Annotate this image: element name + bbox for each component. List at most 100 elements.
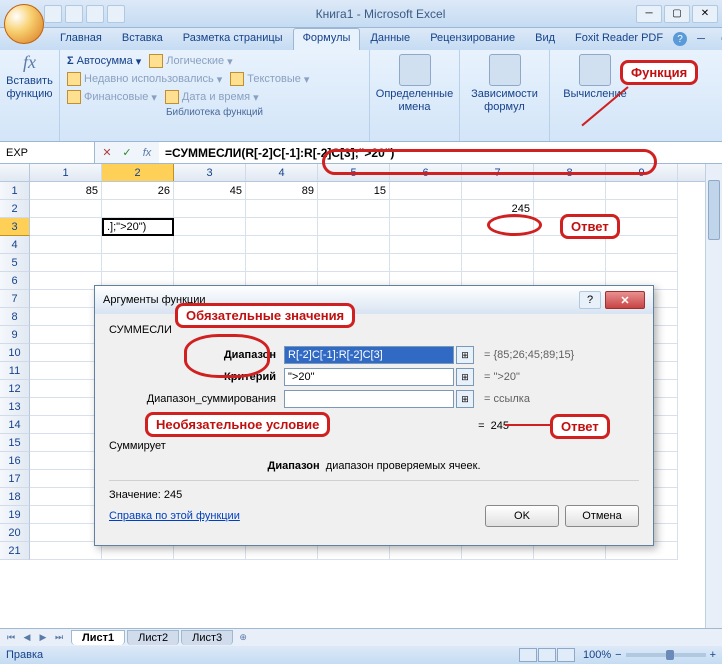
cell[interactable]: [30, 290, 102, 308]
fx-icon[interactable]: fx: [23, 52, 36, 73]
tab-home[interactable]: Главная: [50, 28, 112, 50]
office-button[interactable]: [4, 4, 44, 44]
qat-more-icon[interactable]: [107, 5, 125, 23]
col-header[interactable]: 6: [390, 164, 462, 181]
maximize-button[interactable]: ▢: [664, 5, 690, 23]
cell[interactable]: 26: [102, 182, 174, 200]
row-header[interactable]: 13: [0, 398, 30, 416]
row-header[interactable]: 2: [0, 200, 30, 218]
cell[interactable]: [30, 200, 102, 218]
col-header[interactable]: 1: [30, 164, 102, 181]
group-defined-names[interactable]: Определенные имена: [370, 50, 460, 141]
qat-redo-icon[interactable]: [86, 5, 104, 23]
zoom-in-icon[interactable]: +: [710, 649, 716, 661]
cell[interactable]: [30, 416, 102, 434]
argument-input[interactable]: [284, 346, 454, 364]
cell[interactable]: [462, 182, 534, 200]
zoom-out-icon[interactable]: −: [615, 649, 621, 661]
help-icon[interactable]: ?: [673, 32, 687, 46]
row-header[interactable]: 10: [0, 344, 30, 362]
tab-review[interactable]: Рецензирование: [420, 28, 525, 50]
row-header[interactable]: 7: [0, 290, 30, 308]
cell[interactable]: .];">20"): [102, 218, 174, 236]
group-formula-auditing[interactable]: Зависимости формул: [460, 50, 550, 141]
ok-button[interactable]: OK: [485, 505, 559, 527]
cell[interactable]: [318, 200, 390, 218]
cell[interactable]: 15: [318, 182, 390, 200]
dialog-help-button[interactable]: ?: [579, 291, 601, 309]
sheet-tab-3[interactable]: Лист3: [181, 630, 233, 645]
minimize-button[interactable]: ─: [636, 5, 662, 23]
row-header[interactable]: 3: [0, 218, 30, 236]
formula-input[interactable]: =СУММЕСЛИ(R[-2]C[-1]:R[-2]C[3];">20"): [159, 142, 722, 163]
cell[interactable]: [30, 398, 102, 416]
zoom-slider[interactable]: [626, 653, 706, 657]
zoom-level[interactable]: 100%: [583, 649, 611, 661]
cell[interactable]: [390, 200, 462, 218]
range-picker-icon[interactable]: ⊞: [456, 346, 474, 364]
new-sheet-icon[interactable]: ⊕: [236, 631, 250, 645]
cell[interactable]: [246, 236, 318, 254]
row-header[interactable]: 5: [0, 254, 30, 272]
cell[interactable]: [606, 182, 678, 200]
fx-formula-icon[interactable]: fx: [139, 145, 155, 161]
cell[interactable]: [246, 218, 318, 236]
tab-data[interactable]: Данные: [360, 28, 420, 50]
cell[interactable]: [30, 542, 102, 560]
range-picker-icon[interactable]: ⊞: [456, 390, 474, 408]
view-pagelayout-icon[interactable]: [538, 648, 556, 662]
dialog-help-link[interactable]: Справка по этой функции: [109, 510, 240, 522]
cell[interactable]: [174, 254, 246, 272]
dialog-close-button[interactable]: ✕: [605, 291, 645, 309]
row-header[interactable]: 16: [0, 452, 30, 470]
cell[interactable]: 245: [462, 200, 534, 218]
view-pagebreak-icon[interactable]: [557, 648, 575, 662]
cell[interactable]: [174, 236, 246, 254]
col-header[interactable]: 7: [462, 164, 534, 181]
row-header[interactable]: 1: [0, 182, 30, 200]
mdi-minimize-button[interactable]: ─: [693, 32, 709, 46]
sheet-nav-prev-icon[interactable]: ◀: [20, 631, 34, 645]
cell[interactable]: [462, 254, 534, 272]
cell[interactable]: [390, 218, 462, 236]
cell[interactable]: [606, 236, 678, 254]
cell[interactable]: [30, 236, 102, 254]
cell[interactable]: 89: [246, 182, 318, 200]
cell[interactable]: 45: [174, 182, 246, 200]
cell[interactable]: [390, 236, 462, 254]
cell[interactable]: [390, 182, 462, 200]
cell[interactable]: [102, 236, 174, 254]
cell[interactable]: [174, 218, 246, 236]
row-header[interactable]: 8: [0, 308, 30, 326]
col-header[interactable]: 2: [102, 164, 174, 181]
cell[interactable]: 85: [30, 182, 102, 200]
financial-button[interactable]: Финансовые ▾: [64, 89, 160, 105]
row-header[interactable]: 21: [0, 542, 30, 560]
qat-undo-icon[interactable]: [65, 5, 83, 23]
tab-layout[interactable]: Разметка страницы: [173, 28, 293, 50]
row-header[interactable]: 6: [0, 272, 30, 290]
col-header[interactable]: 8: [534, 164, 606, 181]
close-button[interactable]: ✕: [692, 5, 718, 23]
vertical-scrollbar[interactable]: [705, 164, 722, 628]
autosum-button[interactable]: Σ Автосумма ▾: [64, 53, 144, 69]
col-header[interactable]: 9: [606, 164, 678, 181]
cell[interactable]: [30, 380, 102, 398]
range-picker-icon[interactable]: ⊞: [456, 368, 474, 386]
row-header[interactable]: 4: [0, 236, 30, 254]
tab-view[interactable]: Вид: [525, 28, 565, 50]
row-header[interactable]: 19: [0, 506, 30, 524]
cell[interactable]: [30, 272, 102, 290]
col-header[interactable]: 4: [246, 164, 318, 181]
sheet-nav-first-icon[interactable]: ⏮: [4, 631, 18, 645]
sheet-tab-1[interactable]: Лист1: [71, 630, 125, 645]
cell[interactable]: [30, 218, 102, 236]
cell[interactable]: [534, 182, 606, 200]
cell[interactable]: [246, 200, 318, 218]
mdi-restore-button[interactable]: ▫: [715, 32, 722, 46]
cell[interactable]: [318, 236, 390, 254]
cell[interactable]: [30, 434, 102, 452]
logical-button[interactable]: Логические ▾: [146, 53, 235, 69]
cell[interactable]: [102, 254, 174, 272]
cell[interactable]: [318, 254, 390, 272]
